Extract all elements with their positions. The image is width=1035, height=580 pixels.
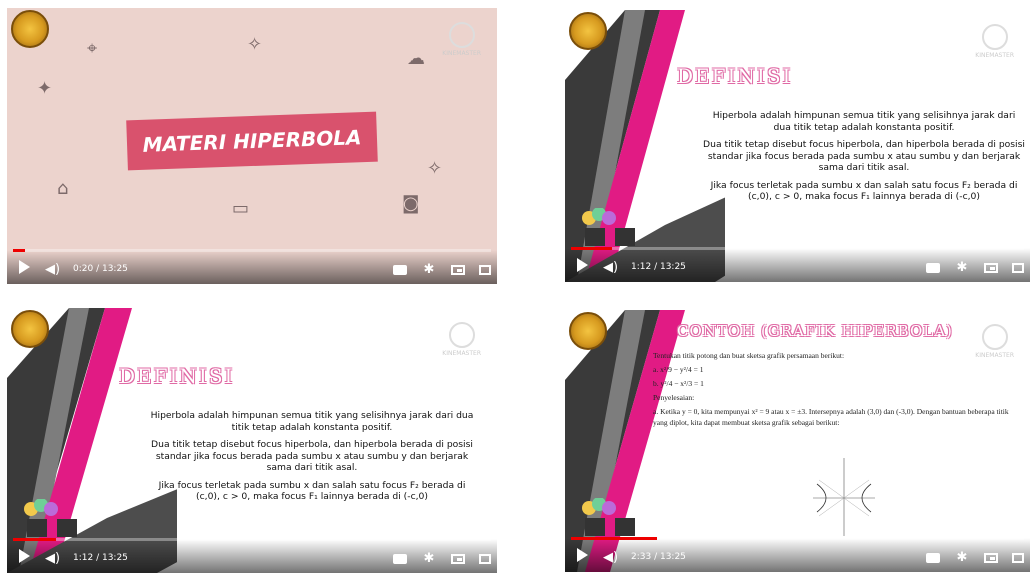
university-logo	[569, 312, 607, 350]
university-logo	[11, 310, 49, 348]
progress-bar[interactable]	[571, 247, 1024, 250]
slide-heading: CONTOH (GRAFIK HIPERBOLA)	[677, 322, 953, 340]
play-icon[interactable]	[19, 549, 30, 563]
play-icon[interactable]	[577, 258, 588, 272]
volume-icon[interactable]: ◀)	[45, 262, 60, 277]
progress-bar[interactable]	[13, 249, 491, 252]
volume-icon[interactable]: ◀)	[603, 550, 618, 565]
play-icon[interactable]	[577, 548, 588, 562]
video-thumbnail-4[interactable]: KINEMASTER CONTOH (GRAFIK HIPERBOLA) Ten…	[565, 310, 1030, 572]
fullscreen-icon[interactable]	[1012, 263, 1024, 273]
miniplayer-icon[interactable]	[451, 265, 465, 275]
miniplayer-icon[interactable]	[984, 553, 998, 563]
slide-heading: DEFINISI	[119, 364, 235, 388]
sparkle-icon: ✧	[427, 158, 443, 179]
sparkle-icon: ✧	[247, 34, 263, 55]
hyperbola-graph	[813, 458, 875, 536]
solution-label: Penyelesaian:	[653, 393, 695, 402]
university-logo	[11, 10, 49, 48]
slide-body: Hiperbola adalah himpunan semua titik ya…	[147, 410, 477, 509]
equation-a: a. x²/9 − y²/4 = 1	[653, 365, 704, 374]
fullscreen-icon[interactable]	[479, 265, 491, 275]
equation-b: b. y²/4 − x²/3 = 1	[653, 379, 704, 388]
settings-icon[interactable]: ✱	[421, 551, 437, 566]
settings-icon[interactable]: ✱	[421, 262, 437, 277]
video-thumbnail-3[interactable]: KINEMASTER DEFINISI Hiperbola adalah him…	[7, 308, 497, 573]
miniplayer-icon[interactable]	[984, 263, 998, 273]
paragraph: Dua titik tetap disebut focus hiperbola,…	[151, 439, 473, 473]
volume-icon[interactable]: ◀)	[603, 260, 618, 275]
camera-icon: ◙	[402, 193, 420, 214]
fullscreen-icon[interactable]	[479, 554, 491, 564]
subtitles-icon[interactable]	[393, 554, 407, 564]
solution-text: a. Ketika y = 0, kita mempunyai x² = 9 a…	[653, 407, 1009, 427]
volume-icon[interactable]: ◀)	[45, 551, 60, 566]
graduation-kids-illustration	[575, 207, 645, 252]
time-display: 1:12 / 13:25	[73, 553, 128, 563]
time-display: 0:20 / 13:25	[73, 264, 128, 274]
video-thumbnail-1[interactable]: KINEMASTER ⌖ ✧ ✦ ☁ ⌂ ▭ ◙ ✧ MATERI HIPERB…	[7, 8, 497, 284]
laptop-icon: ▭	[232, 198, 250, 219]
subtitles-icon[interactable]	[926, 263, 940, 273]
paragraph: Jika focus terletak pada sumbu x dan sal…	[710, 179, 1018, 203]
progress-bar[interactable]	[571, 537, 1024, 540]
subtitles-icon[interactable]	[926, 553, 940, 563]
instruction-line: Tentukan titik potong dan buat sketsa gr…	[653, 351, 845, 360]
subtitles-icon[interactable]	[393, 265, 407, 275]
time-display: 2:33 / 13:25	[631, 552, 686, 562]
location-pin-icon: ⌖	[87, 38, 98, 59]
kinemaster-watermark: KINEMASTER	[975, 24, 1014, 59]
sparkle-icon: ✦	[37, 78, 53, 99]
university-logo	[569, 12, 607, 50]
graduation-kids-illustration	[575, 497, 645, 542]
cloud-icon: ☁	[407, 48, 425, 69]
miniplayer-icon[interactable]	[451, 554, 465, 564]
paragraph: Hiperbola adalah himpunan semua titik ya…	[150, 410, 474, 433]
slide-heading: DEFINISI	[677, 64, 793, 88]
progress-bar[interactable]	[13, 538, 491, 541]
slide-body: Tentukan titik potong dan buat sketsa gr…	[653, 350, 1013, 431]
paragraph: Dua titik tetap disebut focus hiperbola,…	[703, 139, 1025, 173]
settings-icon[interactable]: ✱	[954, 260, 970, 275]
slide-body: Hiperbola adalah himpunan semua titik ya…	[703, 110, 1025, 209]
kinemaster-watermark: KINEMASTER	[442, 22, 481, 57]
settings-icon[interactable]: ✱	[954, 550, 970, 565]
play-icon[interactable]	[19, 260, 30, 274]
video-thumbnail-2[interactable]: KINEMASTER DEFINISI Hiperbola adalah him…	[565, 10, 1030, 282]
paragraph: Jika focus terletak pada sumbu x dan sal…	[158, 479, 466, 503]
graduation-kids-illustration	[17, 498, 87, 543]
paragraph: Hiperbola adalah himpunan semua titik ya…	[712, 110, 1016, 133]
slide-title: MATERI HIPERBOLA	[126, 111, 378, 171]
kinemaster-watermark: KINEMASTER	[442, 322, 481, 357]
fullscreen-icon[interactable]	[1012, 553, 1024, 563]
time-display: 1:12 / 13:25	[631, 262, 686, 272]
cup-icon: ⌂	[57, 178, 69, 199]
